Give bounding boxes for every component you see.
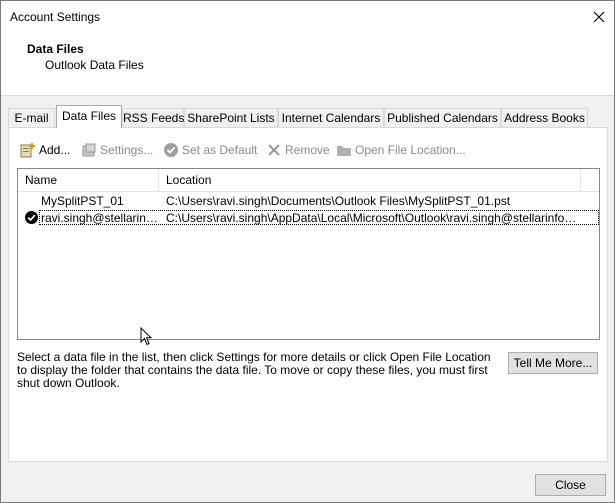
data-file-location: C:\Users\ravi.singh\AppData\Local\Micros…: [166, 211, 577, 225]
header-title: Data Files: [27, 42, 84, 56]
remove-label: Remove: [285, 143, 330, 157]
set-as-default-button[interactable]: Set as Default: [163, 142, 257, 158]
settings-button[interactable]: Settings...: [81, 142, 153, 158]
tab-published-calendars[interactable]: Published Calendars: [384, 108, 501, 127]
checkmark-circle-icon: [164, 143, 178, 157]
close-icon[interactable]: [589, 7, 609, 27]
column-header-name[interactable]: Name: [18, 169, 159, 191]
data-file-location: C:\Users\ravi.singh\Documents\Outlook Fi…: [166, 194, 511, 208]
window-title: Account Settings: [10, 10, 101, 24]
open-file-location-button[interactable]: Open File Location...: [336, 142, 466, 158]
close-button[interactable]: Close: [535, 474, 606, 496]
account-settings-dialog: Account Settings Data Files Outlook Data…: [0, 0, 615, 503]
list-item[interactable]: ravi.singh@stellarinf... C:\Users\ravi.s…: [18, 210, 599, 226]
add-button[interactable]: Add...: [20, 142, 70, 158]
header-divider: [18, 191, 599, 192]
tab-internet-calendars[interactable]: Internet Calendars: [278, 108, 384, 127]
remove-button[interactable]: Remove: [266, 142, 330, 158]
default-check-icon: [25, 211, 38, 227]
page-header: Data Files Outlook Data Files: [1, 32, 614, 96]
add-data-file-icon: [20, 143, 35, 158]
tab-sharepoint-lists[interactable]: SharePoint Lists: [184, 108, 278, 127]
set-as-default-label: Set as Default: [182, 143, 258, 157]
tell-me-more-button[interactable]: Tell Me More...: [508, 352, 598, 374]
list-item[interactable]: MySplitPST_01 C:\Users\ravi.singh\Docume…: [18, 193, 599, 209]
tab-address-books[interactable]: Address Books: [501, 108, 588, 127]
tab-email[interactable]: E-mail: [8, 108, 55, 127]
remove-icon: [268, 144, 280, 156]
folder-icon: [337, 146, 351, 156]
data-file-name: MySplitPST_01: [41, 194, 124, 208]
open-file-location-label: Open File Location...: [355, 143, 466, 157]
title-bar: Account Settings: [1, 1, 614, 32]
data-files-list[interactable]: Name Location MySplitPST_01 C:\Users\rav…: [17, 168, 600, 340]
tab-rss-feeds[interactable]: RSS Feeds: [122, 108, 184, 127]
header-subtitle: Outlook Data Files: [45, 58, 144, 72]
column-header-location[interactable]: Location: [159, 169, 581, 191]
description-text: Select a data file in the list, then cli…: [17, 350, 491, 390]
add-label: Add...: [39, 143, 71, 157]
settings-label: Settings...: [100, 143, 154, 157]
mouse-pointer-icon: [140, 326, 153, 349]
dialog-footer: [1, 467, 614, 502]
tab-data-files[interactable]: Data Files: [56, 105, 122, 128]
settings-icon: [82, 143, 96, 157]
data-file-name: ravi.singh@stellarinf...: [41, 211, 159, 225]
